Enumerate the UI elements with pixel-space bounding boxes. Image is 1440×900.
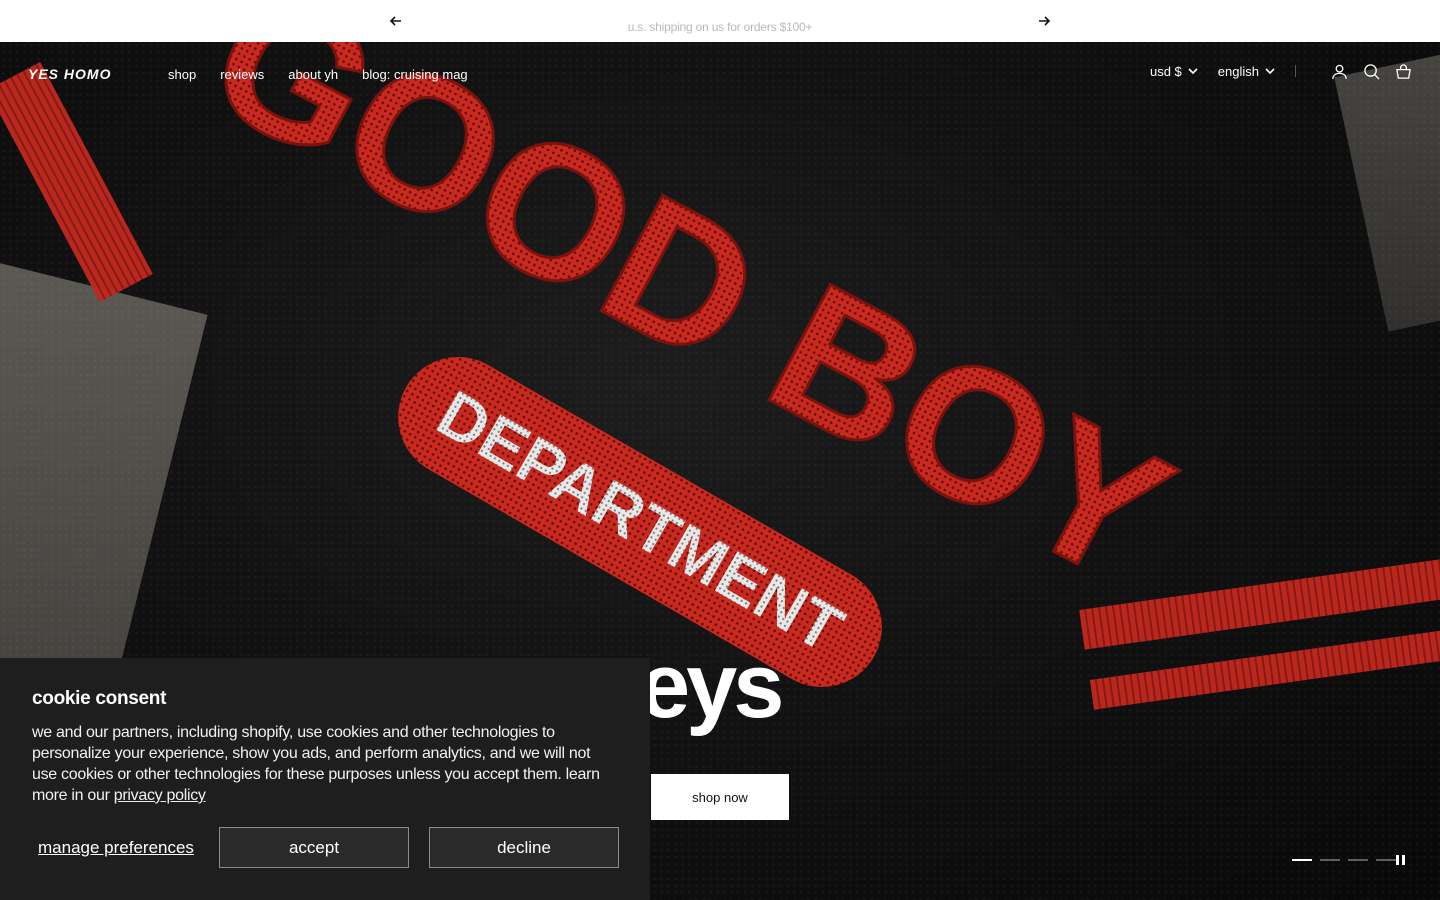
announcement-bar: u.s. shipping on us for orders $100+ <box>0 0 1440 42</box>
language-label: english <box>1217 63 1259 79</box>
language-selector[interactable]: english <box>1218 64 1275 79</box>
account-icon[interactable] <box>1330 62 1348 80</box>
nav-item-shop[interactable]: shop <box>168 67 196 82</box>
arrow-right-icon[interactable] <box>1034 11 1054 31</box>
announcement-message: u.s. shipping on us for orders $100+ <box>627 20 813 34</box>
chevron-down-icon <box>1265 68 1275 75</box>
privacy-policy-link[interactable]: privacy policy <box>114 787 206 804</box>
header-actions: usd $ english <box>1150 62 1412 80</box>
slide-dot[interactable] <box>1348 859 1368 861</box>
accept-button[interactable]: accept <box>219 827 409 868</box>
nav-item-blog[interactable]: blog: cruising mag <box>362 67 468 82</box>
currency-selector[interactable]: usd $ <box>1150 64 1198 79</box>
site-header: YES HOMO shop reviews about yh blog: cru… <box>0 42 1440 106</box>
divider <box>1295 65 1296 77</box>
shop-now-button[interactable]: shop now <box>651 774 789 820</box>
slide-indicators <box>1292 859 1396 861</box>
cart-icon[interactable] <box>1394 62 1412 80</box>
slide-dot[interactable] <box>1320 859 1340 861</box>
nav-item-reviews[interactable]: reviews <box>220 67 264 82</box>
decline-button[interactable]: decline <box>429 827 619 868</box>
pause-icon[interactable] <box>1393 853 1407 867</box>
cookie-consent-banner: cookie consent we and our partners, incl… <box>0 658 650 900</box>
cookie-title: cookie consent <box>32 688 167 709</box>
nav-item-about[interactable]: about yh <box>288 67 338 82</box>
main-nav: shop reviews about yh blog: cruising mag <box>168 67 468 82</box>
slide-dot[interactable] <box>1292 859 1312 861</box>
logo[interactable]: YES HOMO <box>28 66 111 82</box>
cookie-body: we and our partners, including shopify, … <box>32 722 618 806</box>
chevron-down-icon <box>1188 68 1198 75</box>
search-icon[interactable] <box>1362 62 1380 80</box>
currency-label: usd $ <box>1149 63 1182 79</box>
manage-preferences-link[interactable]: manage preferences <box>38 838 194 858</box>
